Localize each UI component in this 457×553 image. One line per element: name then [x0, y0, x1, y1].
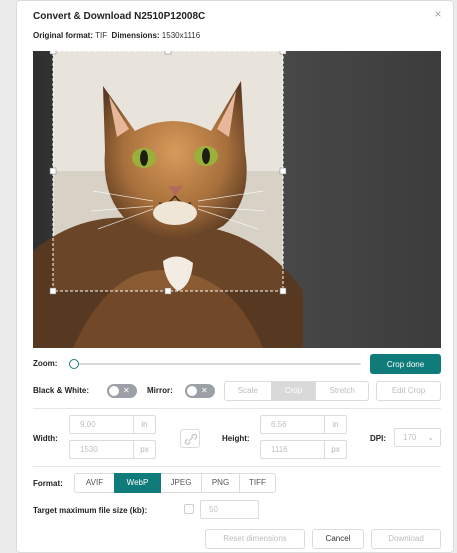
- target-size-label: Target maximum file size (kb):: [33, 506, 148, 515]
- height-inches-value: 6.56: [271, 420, 287, 429]
- zoom-slider-thumb[interactable]: [69, 359, 79, 369]
- fit-mode-scale[interactable]: Scale: [225, 382, 272, 400]
- fit-mode-group: Scale Crop Stretch: [224, 381, 369, 401]
- mirror-toggle[interactable]: ✕: [185, 384, 215, 398]
- toggle-off-icon: ✕: [201, 386, 208, 395]
- target-size-input[interactable]: 50: [200, 500, 259, 519]
- format-png[interactable]: PNG: [201, 473, 240, 493]
- dimensions-value: 1530x1116: [161, 31, 201, 40]
- aspect-link-button[interactable]: [180, 429, 200, 448]
- height-pixels-value: 1116: [271, 445, 288, 454]
- dpi-select[interactable]: 170 ⌄: [394, 428, 441, 447]
- width-pixels-input[interactable]: 1530 px: [69, 440, 156, 459]
- height-inches-unit: in: [324, 416, 346, 433]
- zoom-slider[interactable]: [73, 363, 361, 365]
- close-icon[interactable]: ×: [431, 7, 445, 21]
- black-white-toggle[interactable]: ✕: [107, 384, 137, 398]
- width-pixels-unit: px: [133, 441, 155, 458]
- cat-photo: [33, 51, 441, 348]
- toggle-knob: [187, 386, 197, 396]
- reset-dimensions-button[interactable]: Reset dimensions: [205, 529, 305, 549]
- zoom-label: Zoom:: [33, 359, 58, 368]
- black-white-label: Black & White:: [33, 386, 90, 395]
- height-inches-input[interactable]: 6.56 in: [260, 415, 347, 434]
- cancel-button[interactable]: Cancel: [312, 529, 364, 549]
- height-label: Height:: [222, 434, 250, 443]
- height-pixels-unit: px: [324, 441, 346, 458]
- width-label: Width:: [33, 434, 58, 443]
- crop-done-button[interactable]: Crop done: [370, 354, 441, 374]
- target-size-checkbox[interactable]: [184, 504, 194, 514]
- format-webp[interactable]: WebP: [114, 473, 161, 493]
- link-icon: [184, 433, 198, 445]
- image-preview[interactable]: [33, 51, 441, 348]
- format-tiff[interactable]: TIFF: [239, 473, 276, 493]
- dpi-value: 170: [403, 433, 417, 442]
- original-info: Original format: TIF Dimensions: 1530x11…: [33, 31, 200, 40]
- toggle-knob: [109, 386, 119, 396]
- dpi-label: DPI:: [370, 434, 386, 443]
- format-jpeg[interactable]: JPEG: [160, 473, 202, 493]
- mirror-label: Mirror:: [147, 386, 173, 395]
- width-inches-unit: in: [133, 416, 155, 433]
- original-format-label: Original format:: [33, 31, 94, 40]
- divider: [33, 466, 441, 467]
- width-pixels-value: 1530: [80, 445, 98, 454]
- width-inches-value: 9.00: [80, 420, 96, 429]
- dimensions-label: Dimensions:: [111, 31, 160, 40]
- download-button[interactable]: Download: [371, 529, 441, 549]
- height-pixels-input[interactable]: 1116 px: [260, 440, 347, 459]
- original-format-value: TIF: [95, 31, 108, 40]
- format-group: AVIF WebP JPEG PNG TIFF: [74, 473, 276, 493]
- width-inches-input[interactable]: 9.00 in: [69, 415, 156, 434]
- chevron-down-icon: ⌄: [427, 433, 434, 442]
- convert-download-dialog: Convert & Download N2510P12008C × Origin…: [16, 0, 454, 553]
- toggle-off-icon: ✕: [123, 386, 130, 395]
- dialog-title: Convert & Download N2510P12008C: [33, 11, 206, 22]
- format-avif[interactable]: AVIF: [74, 473, 115, 493]
- format-label: Format:: [33, 479, 63, 488]
- fit-mode-crop[interactable]: Crop: [271, 382, 317, 400]
- edit-crop-button[interactable]: Edit Crop: [376, 381, 441, 401]
- divider: [33, 408, 441, 409]
- fit-mode-stretch[interactable]: Stretch: [316, 382, 368, 400]
